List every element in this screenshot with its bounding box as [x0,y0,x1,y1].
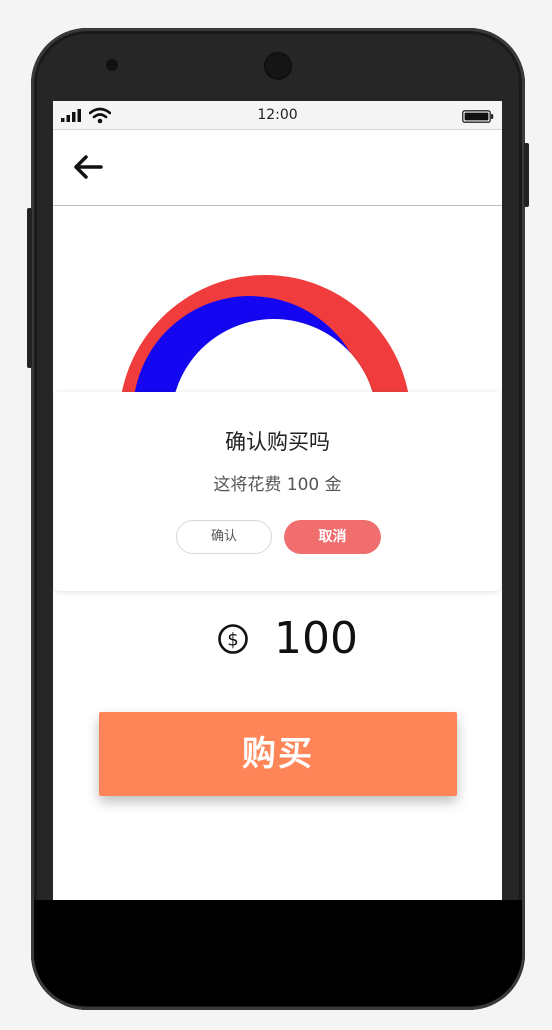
confirm-button[interactable]: 确认 [176,520,272,554]
buy-button[interactable]: 购买 [99,712,457,796]
dialog-title: 确认购买吗 [225,430,330,454]
cancel-button[interactable]: 取消 [284,520,381,554]
battery-icon [462,110,494,123]
front-camera [106,59,118,71]
price-value: 100 [274,613,358,664]
app-header [53,129,502,206]
power-button [524,143,529,207]
dialog-message: 这将花费 100 金 [213,475,342,495]
arrow-left-icon[interactable] [71,152,105,182]
svg-text:$: $ [227,630,238,651]
earpiece-speaker [264,52,292,80]
dollar-coin-icon: $ [218,624,248,654]
phone-chin [34,900,522,1006]
confirm-dialog: 确认购买吗 这将花费 100 金 确认 取消 [54,392,501,591]
progress-ring [121,275,409,396]
status-time: 12:00 [257,107,298,123]
screen: 12:00 确认购买吗 这将花费 100 金 确认 取消 $ 100 购买 [53,101,502,900]
volume-button [27,208,32,368]
status-bar: 12:00 [53,101,502,129]
